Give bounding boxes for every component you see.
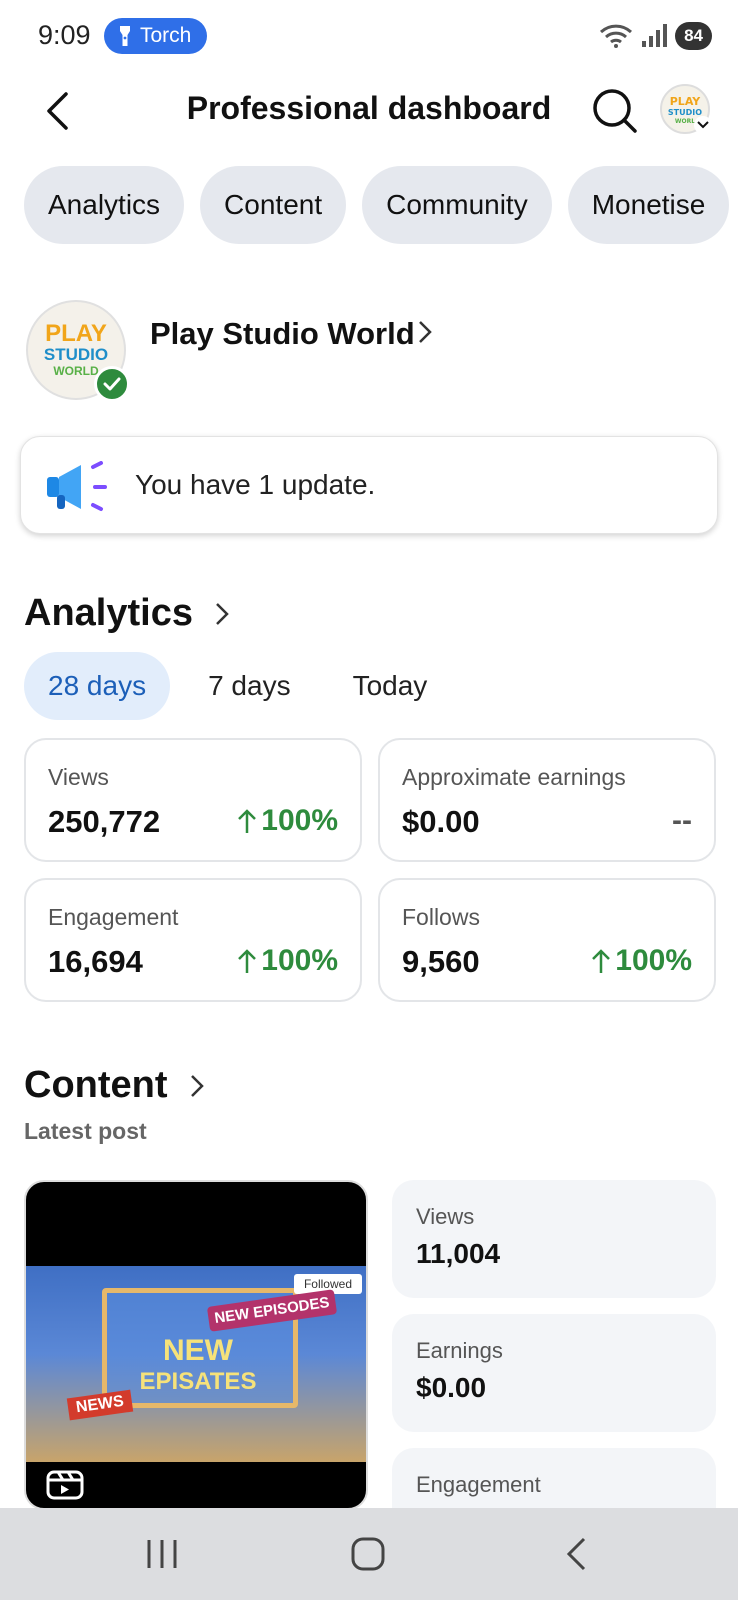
- status-bar: 9:09 Torch 84: [0, 0, 738, 74]
- analytics-title: Analytics: [24, 592, 193, 634]
- stat-label: Views: [416, 1204, 475, 1229]
- chevron-right-icon: [216, 602, 229, 625]
- recent-apps-button[interactable]: [132, 1530, 192, 1578]
- battery-indicator: 84: [675, 22, 712, 50]
- torch-label: Torch: [140, 24, 192, 47]
- post-title-line1: NEW: [163, 1334, 233, 1367]
- logo-line-play: PLAY: [45, 320, 107, 347]
- app-header: Professional dashboard PLAY STUDIO WORL: [0, 74, 738, 150]
- latest-post-thumbnail[interactable]: NEW EPISATES Followed NEW EPISODES NEWS: [24, 1180, 368, 1510]
- update-text: You have 1 update.: [135, 469, 376, 500]
- stat-value: 11,004: [416, 1238, 501, 1269]
- arrow-up-icon: [592, 949, 611, 973]
- logo-line-world: WORLD: [53, 364, 99, 378]
- metric-value: 250,772: [48, 804, 161, 839]
- logo-line-studio: STUDIO: [43, 345, 109, 364]
- home-icon: [351, 1537, 385, 1571]
- chevron-down-icon: [694, 116, 712, 134]
- metric-change-value: 100%: [615, 944, 692, 977]
- home-button[interactable]: [338, 1530, 398, 1578]
- metric-change-value: 100%: [261, 944, 338, 977]
- wifi-icon: [600, 24, 633, 48]
- content-heading[interactable]: Content: [24, 1064, 204, 1107]
- post-banner-image: NEW EPISATES Followed NEW EPISODES NEWS: [26, 1266, 366, 1462]
- metric-label: Approximate earnings: [402, 764, 626, 790]
- tab-analytics[interactable]: Analytics: [24, 166, 185, 244]
- metric-value: 9,560: [402, 944, 480, 979]
- metric-card-earnings[interactable]: Approximate earnings $0.00 --: [378, 738, 716, 862]
- post-stat-earnings: Earnings $0.00: [392, 1314, 716, 1432]
- post-title-line2: EPISATES: [139, 1368, 257, 1395]
- metric-card-views[interactable]: Views 250,772 100%: [24, 738, 362, 862]
- megaphone-icon: [47, 461, 107, 511]
- content-title: Content: [24, 1064, 168, 1106]
- recent-apps-icon: [147, 1540, 177, 1568]
- status-time: 9:09: [38, 20, 91, 50]
- range-7-days[interactable]: 7 days: [184, 652, 315, 720]
- metric-change: 100%: [237, 804, 338, 838]
- metric-change-value: 100%: [261, 804, 338, 837]
- range-28-days[interactable]: 28 days: [24, 652, 171, 720]
- metric-label: Follows: [402, 904, 480, 930]
- account-switcher-avatar[interactable]: PLAY STUDIO WORL: [660, 84, 712, 134]
- tab-community[interactable]: Community: [362, 166, 552, 244]
- metric-change-value: --: [672, 804, 692, 837]
- system-back-button[interactable]: [546, 1530, 606, 1578]
- search-button[interactable]: [588, 84, 642, 138]
- svg-text:PLAY: PLAY: [670, 95, 702, 108]
- metric-change: 100%: [237, 944, 338, 978]
- stat-value: $0.00: [416, 1372, 487, 1403]
- arrow-up-icon: [238, 809, 257, 833]
- search-icon: [593, 89, 637, 133]
- svg-text:WORL: WORL: [675, 118, 695, 125]
- metric-value: $0.00: [402, 804, 480, 839]
- section-tabs: Analytics Content Community Monetise: [24, 166, 730, 244]
- date-range-selector: 28 days 7 days Today: [24, 652, 465, 720]
- metric-value: 16,694: [48, 944, 143, 979]
- profile-row[interactable]: PLAY STUDIO WORLD Play Studio World: [26, 300, 716, 402]
- tab-monetise[interactable]: Monetise: [567, 166, 730, 244]
- arrow-up-icon: [238, 949, 257, 973]
- post-stat-views: Views 11,004: [392, 1180, 716, 1298]
- metric-card-follows[interactable]: Follows 9,560 100%: [378, 878, 716, 1002]
- flashlight-icon: [120, 26, 130, 46]
- back-icon: [566, 1537, 586, 1571]
- chevron-right-icon: [190, 1074, 204, 1097]
- update-card[interactable]: You have 1 update.: [20, 436, 718, 534]
- svg-text:STUDIO: STUDIO: [668, 108, 702, 117]
- stat-label: Engagement: [416, 1472, 541, 1497]
- status-icons: 84: [599, 22, 712, 50]
- chevron-right-icon: [419, 321, 432, 343]
- signal-icon: [642, 24, 668, 47]
- stat-label: Earnings: [416, 1338, 503, 1363]
- metric-label: Views: [48, 764, 109, 790]
- metric-label: Engagement: [48, 904, 179, 930]
- analytics-heading[interactable]: Analytics: [24, 592, 229, 635]
- tab-content[interactable]: Content: [200, 166, 347, 244]
- reel-icon: [46, 1470, 84, 1500]
- latest-post-label: Latest post: [24, 1118, 147, 1144]
- torch-indicator[interactable]: Torch: [104, 18, 208, 54]
- system-nav-bar: [0, 1508, 738, 1600]
- verified-badge-icon: [94, 366, 130, 402]
- metric-card-engagement[interactable]: Engagement 16,694 100%: [24, 878, 362, 1002]
- metric-change: --: [672, 804, 692, 838]
- profile-name: Play Studio World: [150, 316, 415, 351]
- range-today[interactable]: Today: [329, 652, 452, 720]
- metric-change: 100%: [591, 944, 692, 978]
